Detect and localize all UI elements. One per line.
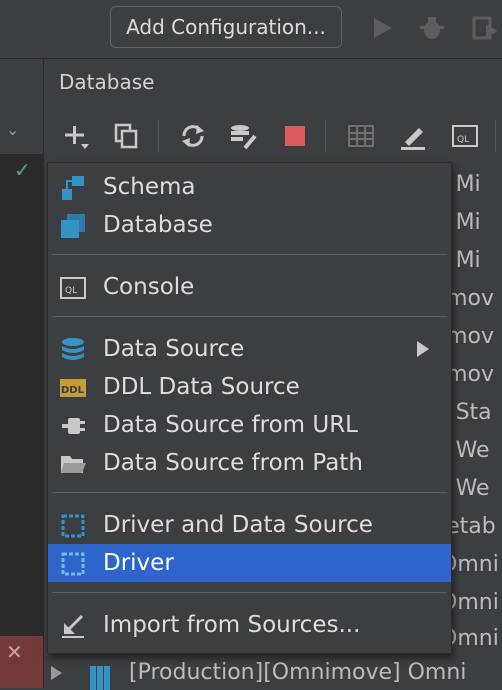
add-icon[interactable] [61,122,89,150]
menu-item-data-source-from-url[interactable]: Data Source from URL [48,406,451,444]
datasource-icon [62,338,84,360]
run-coverage-icon[interactable] [470,14,498,42]
toolbar-separator [495,120,496,152]
menu-separator [52,316,447,317]
menu-separator [52,592,447,593]
properties-icon[interactable] [229,122,257,150]
ddl-icon: DDL [60,379,86,397]
debug-icon[interactable] [418,14,446,42]
table-icon[interactable] [347,122,375,150]
menu-item-import-from-sources[interactable]: Import from Sources... [48,606,451,644]
duplicate-icon[interactable] [113,122,141,150]
menu-item-schema[interactable]: Schema [48,168,451,206]
database-icon [61,214,85,238]
driver-icon [61,514,85,538]
svg-text:QL: QL [65,286,77,296]
stop-icon[interactable] [281,122,309,150]
main-toolbar: Add Configuration... [0,0,502,59]
menu-item-console[interactable]: QL Console [48,268,451,306]
toolbar-separator [325,120,326,152]
toolbar-separator [158,120,159,152]
menu-item-ddl-data-source[interactable]: DDL DDL Data Source [48,368,451,406]
menu-separator [52,492,447,493]
database-icon [90,666,110,690]
chevron-down-icon[interactable]: ⌄ [6,120,19,139]
svg-text:QL: QL [457,135,469,145]
check-icon: ✓ [14,158,31,182]
edit-icon[interactable] [399,122,427,150]
driver-icon [61,552,85,576]
expand-arrow-icon[interactable] [51,666,62,680]
close-icon[interactable]: ✕ [6,640,23,664]
tree-row-label: [Production][Omnimove] Omni [129,660,467,685]
refresh-icon[interactable] [179,122,207,150]
menu-item-driver[interactable]: Driver [48,544,451,582]
menu-item-database[interactable]: Database [48,206,451,244]
schema-icon [62,176,84,200]
menu-item-data-source-from-path[interactable]: Data Source from Path [48,444,451,482]
folder-icon [61,456,86,473]
console-icon[interactable]: QL [451,122,479,150]
import-icon [62,614,84,638]
new-popup-menu: Schema Database QL Console Data Source D… [47,162,452,654]
add-configuration-button[interactable]: Add Configuration... [110,6,342,48]
submenu-arrow-icon [417,341,429,357]
editor-gutter [0,154,43,636]
database-toolbar: QL [43,112,502,158]
menu-separator [52,254,447,255]
menu-item-driver-and-data-source[interactable]: Driver and Data Source [48,506,451,544]
run-icon[interactable] [368,14,396,42]
tree-row-production[interactable]: [Production][Omnimove] Omni [43,660,502,690]
menu-item-data-source[interactable]: Data Source [48,330,451,368]
panel-title: Database [59,70,155,94]
console-icon: QL [60,277,86,299]
plug-icon [62,418,85,434]
svg-text:DDL: DDL [61,385,85,396]
